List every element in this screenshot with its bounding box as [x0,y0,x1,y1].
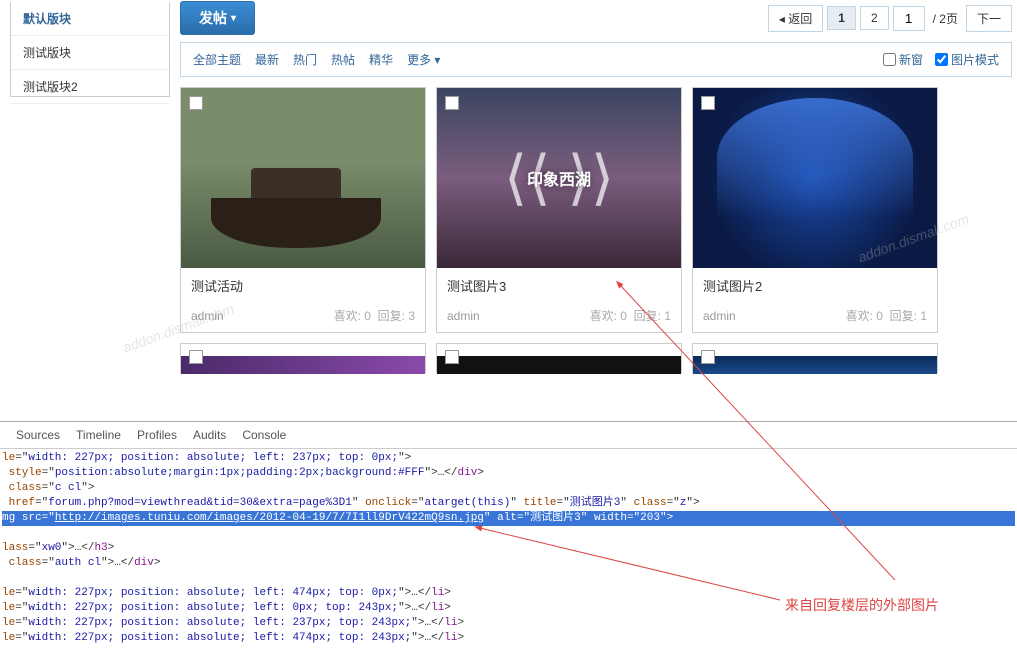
sidebar: 默认版块 测试版块 测试版块2 [10,2,170,97]
sidebar-item-default[interactable]: 默认版块 [11,2,169,36]
thread-card[interactable]: 测试图片2 admin 喜欢: 0 回复: 1 [692,87,938,333]
filter-more-dropdown[interactable]: 更多 ▾ [407,51,440,68]
card-stats: 喜欢: 0 回复: 1 [590,307,671,324]
pager: ◂ 返回 1 2 / 2页 下一 [768,5,1012,32]
thread-card[interactable]: 测试活动 admin 喜欢: 0 回复: 3 [180,87,426,333]
code-line[interactable]: le="width: 227px; position: absolute; le… [2,616,1015,631]
devtools-tab-audits[interactable]: Audits [193,428,226,442]
code-line[interactable]: style="position:absolute;margin:1px;padd… [2,466,1015,481]
pager-page-2[interactable]: 2 [860,6,889,30]
new-window-checkbox[interactable] [883,53,896,66]
filter-hot-posts[interactable]: 热帖 [331,51,355,68]
pager-back[interactable]: ◂ 返回 [768,5,823,32]
devtools-tab-timeline[interactable]: Timeline [76,428,121,442]
content-area: 发帖 ◂ 返回 1 2 / 2页 下一 全部主题 最新 热门 热帖 精华 更多 … [180,0,1012,415]
card-stats: 喜欢: 0 回复: 3 [334,307,415,324]
card-grid: 测试活动 admin 喜欢: 0 回复: 3 ⟨⟨ ⟩⟩ 印象西湖 测试图片3 … [180,87,1012,373]
devtools-tab-console[interactable]: Console [242,428,286,442]
card-author[interactable]: admin [191,309,224,323]
pager-page-1[interactable]: 1 [827,6,856,30]
card-stats: 喜欢: 0 回复: 1 [846,307,927,324]
thread-card[interactable]: ⟨⟨ ⟩⟩ 印象西湖 测试图片3 admin 喜欢: 0 回复: 1 [436,87,682,333]
card-title[interactable]: 测试活动 [181,268,425,301]
thread-card[interactable] [692,343,938,373]
card-thumbnail[interactable]: ⟨⟨ ⟩⟩ 印象西湖 [437,88,681,268]
thread-card[interactable] [436,343,682,373]
annotation-text: 来自回复楼层的外部图片 [785,595,939,615]
new-window-toggle[interactable]: 新窗 [883,51,923,68]
card-checkbox[interactable] [445,96,459,110]
card-checkbox[interactable] [189,96,203,110]
thread-card[interactable] [180,343,426,373]
devtools-elements-tree[interactable]: le="width: 227px; position: absolute; le… [0,449,1017,648]
card-checkbox[interactable] [189,350,203,364]
sidebar-item-test1[interactable]: 测试版块 [11,36,169,70]
card-title[interactable]: 测试图片2 [693,268,937,301]
devtools-tab-profiles[interactable]: Profiles [137,428,177,442]
filter-newest[interactable]: 最新 [255,51,279,68]
code-line[interactable]: lass="xw0">…</h3> [2,541,1015,556]
pager-input[interactable] [893,6,925,31]
filter-bar: 全部主题 最新 热门 热帖 精华 更多 ▾ 新窗 图片模式 [180,42,1012,77]
filter-hot[interactable]: 热门 [293,51,317,68]
image-mode-toggle[interactable]: 图片模式 [935,51,999,68]
filter-essence[interactable]: 精华 [369,51,393,68]
code-line[interactable]: le="width: 227px; position: absolute; le… [2,451,1015,466]
post-button[interactable]: 发帖 [180,1,255,35]
pager-next[interactable]: 下一 [966,5,1012,32]
filter-all-dropdown[interactable]: 全部主题 [193,51,241,68]
code-line[interactable]: class="auth cl">…</div> [2,556,1015,571]
code-line[interactable] [2,526,1015,541]
card-title[interactable]: 测试图片3 [437,268,681,301]
card-checkbox[interactable] [701,350,715,364]
image-mode-checkbox[interactable] [935,53,948,66]
devtools-tabs: Sources Timeline Profiles Audits Console [0,422,1017,449]
card-checkbox[interactable] [445,350,459,364]
code-line[interactable]: class="c cl"> [2,481,1015,496]
code-line-selected[interactable]: mg src="http://images.tuniu.com/images/2… [2,511,1015,526]
code-line[interactable] [2,571,1015,586]
devtools-tab-sources[interactable]: Sources [16,428,60,442]
card-author[interactable]: admin [447,309,480,323]
card-thumbnail[interactable] [693,88,937,268]
card-thumbnail[interactable] [181,88,425,268]
sidebar-item-test2[interactable]: 测试版块2 [11,70,169,104]
code-line[interactable]: href="forum.php?mod=viewthread&tid=30&ex… [2,496,1015,511]
code-line[interactable]: le="width: 227px; position: absolute; le… [2,631,1015,646]
card-author[interactable]: admin [703,309,736,323]
pager-total: / 2页 [929,10,962,27]
card-checkbox[interactable] [701,96,715,110]
